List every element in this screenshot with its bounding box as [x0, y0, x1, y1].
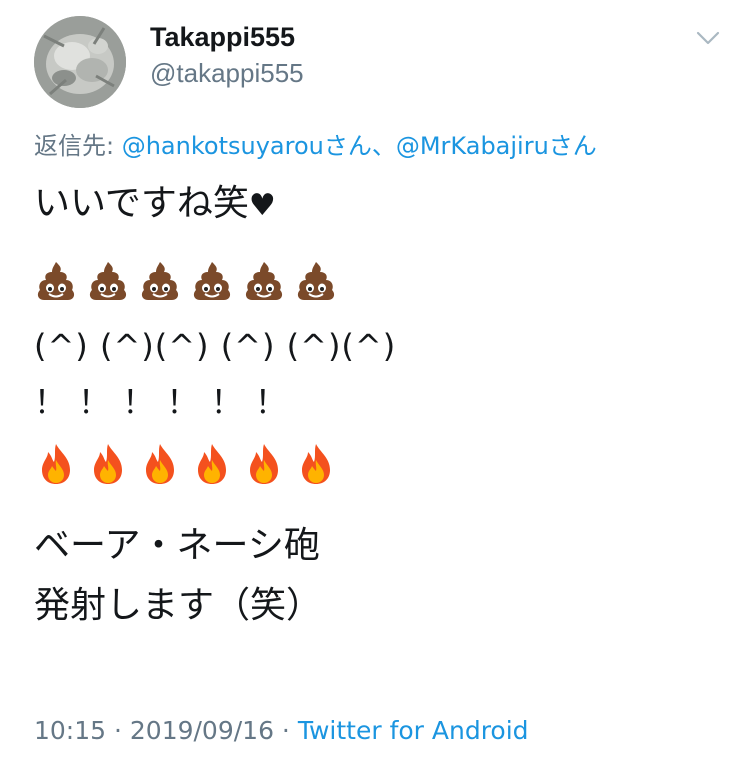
emoji-row-poo [34, 258, 338, 306]
tweet-text: ベーア・ネーシ砲 [34, 525, 320, 566]
separator-dot: · [106, 716, 130, 745]
fire-icon [198, 444, 226, 484]
fire-icon [146, 444, 174, 484]
pile-of-poo-icon [89, 262, 127, 300]
cat-avatar-image [34, 16, 126, 108]
avatar[interactable] [34, 16, 126, 108]
tweet-source-link[interactable]: Twitter for Android [298, 716, 529, 745]
tweet-text: いいですね笑 [34, 183, 249, 224]
tweet-date[interactable]: 2019/09/16 [130, 716, 274, 745]
fire-icon [250, 444, 278, 484]
mention-suffix: さん、 [323, 132, 396, 160]
fire-icon [94, 444, 122, 484]
fire-icon [302, 444, 330, 484]
mention-link[interactable]: @MrKabajiru [396, 132, 549, 160]
tweet-text-line: いいですね笑♥ [34, 186, 276, 222]
reply-prefix: 返信先: [34, 132, 122, 160]
chevron-down-icon[interactable] [694, 28, 722, 48]
reply-to-line: 返信先: @hankotsuyarouさん、@MrKabajiruさん [34, 126, 597, 161]
user-handle[interactable]: @takappi555 [150, 58, 304, 89]
tweet-meta: 10:15 · 2019/09/16 · Twitter for Android [34, 716, 529, 745]
separator-dot: · [273, 716, 298, 745]
pile-of-poo-icon [297, 262, 335, 300]
emoji-row-fire [34, 442, 338, 490]
pile-of-poo-icon [193, 262, 231, 300]
tweet-detail: Takappi555 @takappi555 返信先: @hankotsuyar… [0, 0, 750, 771]
mention-suffix: さん [548, 132, 597, 160]
pile-of-poo-icon [245, 262, 283, 300]
fire-icon [42, 444, 70, 484]
tweet-time[interactable]: 10:15 [34, 716, 106, 745]
tweet-text: (^) (^)(^) (^) (^)(^) [34, 327, 397, 365]
pile-of-poo-icon [37, 262, 75, 300]
tweet-text: 発射します（笑） [34, 585, 323, 626]
mention-link[interactable]: @hankotsuyarou [122, 132, 324, 160]
display-name[interactable]: Takappi555 [150, 22, 295, 53]
pile-of-poo-icon [141, 262, 179, 300]
tweet-text: ！ ！ ！ ！ ！ ！ [34, 383, 288, 421]
heart-icon: ♥ [248, 188, 276, 223]
